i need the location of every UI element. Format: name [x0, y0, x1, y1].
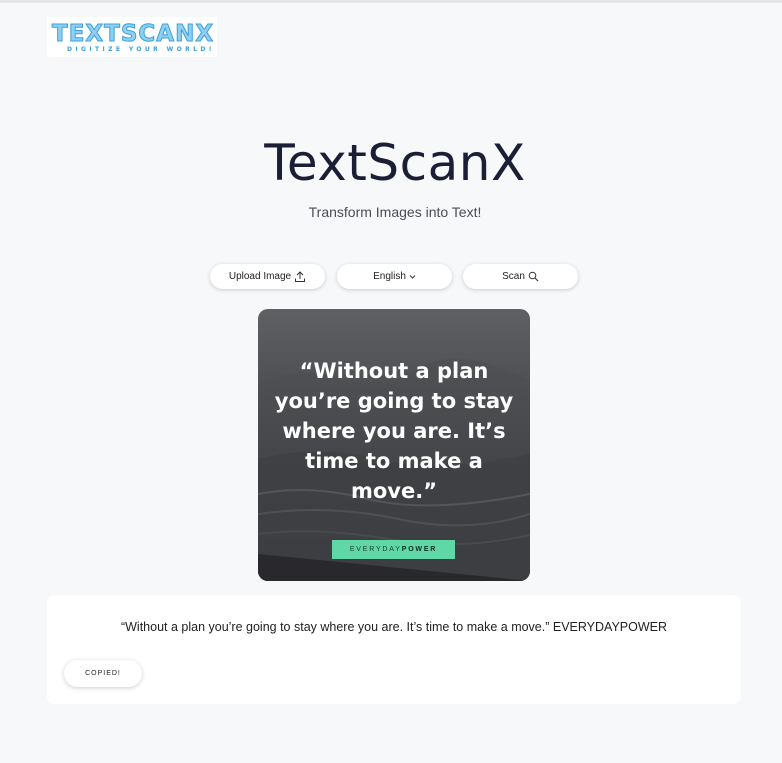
- result-panel: “Without a plan you’re going to stay whe…: [47, 595, 741, 704]
- upload-image-button[interactable]: Upload Image: [210, 264, 325, 289]
- search-icon: [528, 271, 539, 282]
- scan-label: Scan: [502, 271, 525, 282]
- extracted-text: “Without a plan you’re going to stay whe…: [120, 620, 668, 634]
- scan-button[interactable]: Scan: [463, 264, 578, 289]
- page-title: TextScanX: [264, 134, 526, 192]
- logo[interactable]: TEXTSCANX DIGITIZE YOUR WORLD!: [47, 17, 217, 57]
- uploaded-image-preview: “Without a plan you’re going to stay whe…: [258, 309, 530, 581]
- top-border: [0, 0, 782, 3]
- logo-tagline: DIGITIZE YOUR WORLD!: [67, 46, 215, 53]
- page-subtitle: Transform Images into Text!: [308, 204, 482, 220]
- badge-text-light: EVERYDAY: [349, 546, 402, 553]
- upload-icon: [294, 270, 306, 283]
- copy-button[interactable]: COPIED!: [64, 660, 142, 687]
- image-quote-text: “Without a plan you’re going to stay whe…: [274, 359, 514, 503]
- language-select[interactable]: English: [337, 264, 452, 289]
- chevron-down-icon: [409, 273, 416, 280]
- logo-wordmark: TEXTSCANX: [51, 21, 215, 48]
- everydaypower-badge: EVERYDAY POWER: [332, 540, 455, 559]
- language-label: English: [373, 271, 406, 282]
- badge-text-bold: POWER: [401, 546, 438, 553]
- upload-image-label: Upload Image: [228, 271, 292, 282]
